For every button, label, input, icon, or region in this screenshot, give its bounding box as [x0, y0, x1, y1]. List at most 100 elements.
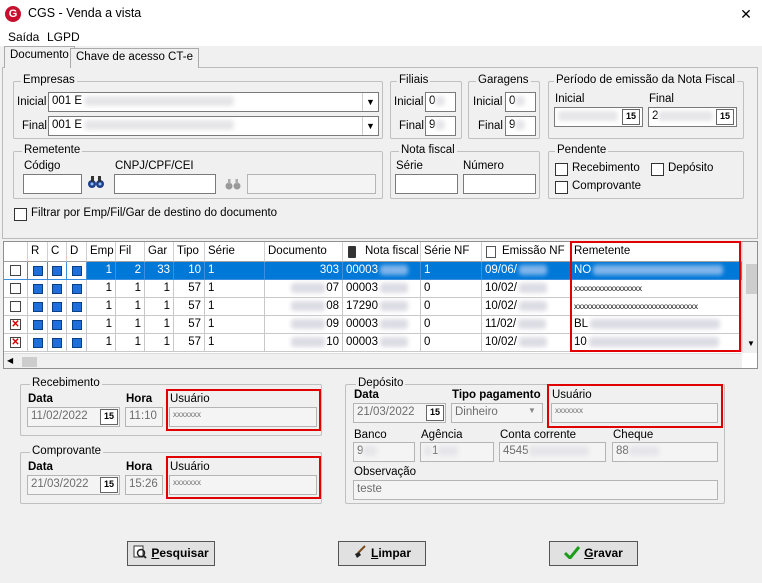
filial-final-input[interactable]: 9	[425, 116, 456, 136]
cell-emissao: 09/06/	[482, 262, 571, 280]
col-header-documento[interactable]: Documento	[265, 242, 343, 262]
empresa-inicial-select[interactable]: 001 E	[48, 92, 379, 112]
cell-nf: 00003	[343, 262, 421, 280]
empresa-final-select[interactable]: 001 E	[48, 116, 379, 136]
filtrar-destino-checkbox[interactable]	[14, 208, 27, 221]
row-select-checkbox[interactable]: ✕	[4, 334, 28, 352]
cell-emissao-text: 10/02/	[485, 282, 517, 294]
calendar-icon: 15	[100, 409, 118, 425]
cell-doc-text: 10	[326, 336, 339, 348]
limpar-label: impar	[378, 546, 412, 560]
tab-documento[interactable]: Documento	[4, 46, 75, 68]
row-select-checkbox[interactable]	[4, 262, 28, 280]
row-select-checkbox[interactable]: ✕	[4, 316, 28, 334]
codigo-input[interactable]	[23, 174, 82, 194]
scroll-down-icon[interactable]: ▼	[747, 339, 755, 348]
filial-inicial-input[interactable]: 0	[425, 92, 456, 112]
cell-doc: 09	[265, 316, 343, 334]
garagens-title: Garagens	[476, 74, 531, 86]
cell-serie-text: 1	[208, 264, 215, 276]
blue-square-icon	[32, 320, 43, 330]
scroll-left-icon[interactable]: ◀	[7, 356, 13, 365]
row-flag-c[interactable]	[48, 334, 67, 352]
cell-tipo-text: 10	[188, 264, 201, 276]
unchecked-box-icon	[10, 283, 21, 294]
row-flag-r[interactable]	[28, 298, 48, 316]
recebimento-checkbox[interactable]	[555, 163, 568, 176]
col-header-tipo[interactable]: Tipo	[174, 242, 205, 262]
row-flag-d[interactable]	[67, 298, 87, 316]
scrollbar-thumb[interactable]	[746, 264, 757, 294]
pesquisar-button[interactable]: Pesquisar	[127, 541, 215, 566]
unchecked-box-icon	[10, 301, 21, 312]
deposito-checkbox[interactable]	[651, 163, 664, 176]
calendar-icon[interactable]: 15	[622, 109, 640, 125]
row-flag-c[interactable]	[48, 262, 67, 280]
scrollbar-thumb[interactable]	[22, 357, 37, 367]
row-flag-c[interactable]	[48, 280, 67, 298]
menu-saida[interactable]: Saída	[8, 30, 39, 44]
col-header-d[interactable]: D	[67, 242, 87, 262]
col-header-emp[interactable]: Emp	[87, 242, 116, 262]
col-header-r[interactable]: R	[28, 242, 48, 262]
document-icon	[486, 246, 496, 258]
row-flag-r[interactable]	[28, 280, 48, 298]
cell-emp: 1	[87, 298, 116, 316]
col-header-gar[interactable]: Gar	[145, 242, 174, 262]
cell-tipo-text: 57	[188, 282, 201, 294]
tab-chave-acesso-cte[interactable]: Chave de acesso CT-e	[70, 48, 199, 68]
close-window-button[interactable]: ✕	[730, 0, 762, 28]
cell-nf-text: 00003	[346, 336, 378, 348]
gravar-button[interactable]: Gravar	[549, 541, 638, 566]
col-header-fil[interactable]: Fil	[116, 242, 145, 262]
row-flag-c[interactable]	[48, 298, 67, 316]
empresa-inicial-value: 001 E	[52, 95, 83, 107]
col-header-serie-nf[interactable]: Série NF	[421, 242, 482, 262]
cell-serie: 1	[205, 316, 265, 334]
grid-horizontal-scrollbar[interactable]: ◀	[4, 353, 742, 368]
cell-serienf-text: 1	[424, 264, 431, 276]
row-flag-d[interactable]	[67, 334, 87, 352]
checked-x-icon: ✕	[10, 319, 21, 330]
garagem-inicial-input[interactable]: 0	[505, 92, 536, 112]
limpar-button[interactable]: Limpar	[338, 541, 426, 566]
cell-gar-text: 33	[157, 264, 170, 276]
row-flag-r[interactable]	[28, 334, 48, 352]
cell-nf: 00003	[343, 316, 421, 334]
serie-input[interactable]	[395, 174, 458, 194]
row-flag-d[interactable]	[67, 280, 87, 298]
cell-tipo: 57	[174, 298, 205, 316]
row-flag-d[interactable]	[67, 262, 87, 280]
cell-doc-text: 07	[326, 282, 339, 294]
deposito-data-label: Data	[354, 389, 379, 401]
row-flag-r[interactable]	[28, 262, 48, 280]
checked-x-icon: ✕	[10, 337, 21, 348]
chevron-down-icon: ▼	[528, 406, 536, 415]
chevron-down-icon[interactable]: ▼	[362, 93, 378, 111]
chevron-down-icon[interactable]: ▼	[362, 117, 378, 135]
cnpj-input[interactable]	[114, 174, 216, 194]
row-select-checkbox[interactable]	[4, 298, 28, 316]
filiais-title: Filiais	[397, 74, 431, 86]
row-select-checkbox[interactable]	[4, 280, 28, 298]
grid-vertical-scrollbar[interactable]: ▼	[742, 242, 757, 353]
col-header-serie[interactable]: Série	[205, 242, 265, 262]
row-flag-c[interactable]	[48, 316, 67, 334]
cell-serie-text: 1	[208, 282, 215, 294]
garagem-final-input[interactable]: 9	[505, 116, 536, 136]
row-flag-d[interactable]	[67, 316, 87, 334]
calendar-icon[interactable]: 15	[716, 109, 734, 125]
numero-input[interactable]	[463, 174, 536, 194]
brush-icon	[353, 544, 367, 558]
cell-emp: 1	[87, 262, 116, 280]
col-header-c[interactable]: C	[48, 242, 67, 262]
cell-doc: 303	[265, 262, 343, 280]
menu-lgpd[interactable]: LGPD	[47, 30, 80, 44]
comprovante-checkbox[interactable]	[555, 181, 568, 194]
row-flag-r[interactable]	[28, 316, 48, 334]
cell-nf: 17290	[343, 298, 421, 316]
search-binoculars-icon[interactable]	[87, 174, 105, 190]
cell-emissao: 11/02/	[482, 316, 571, 334]
col-header-select[interactable]	[4, 242, 28, 262]
cell-gar: 1	[145, 280, 174, 298]
